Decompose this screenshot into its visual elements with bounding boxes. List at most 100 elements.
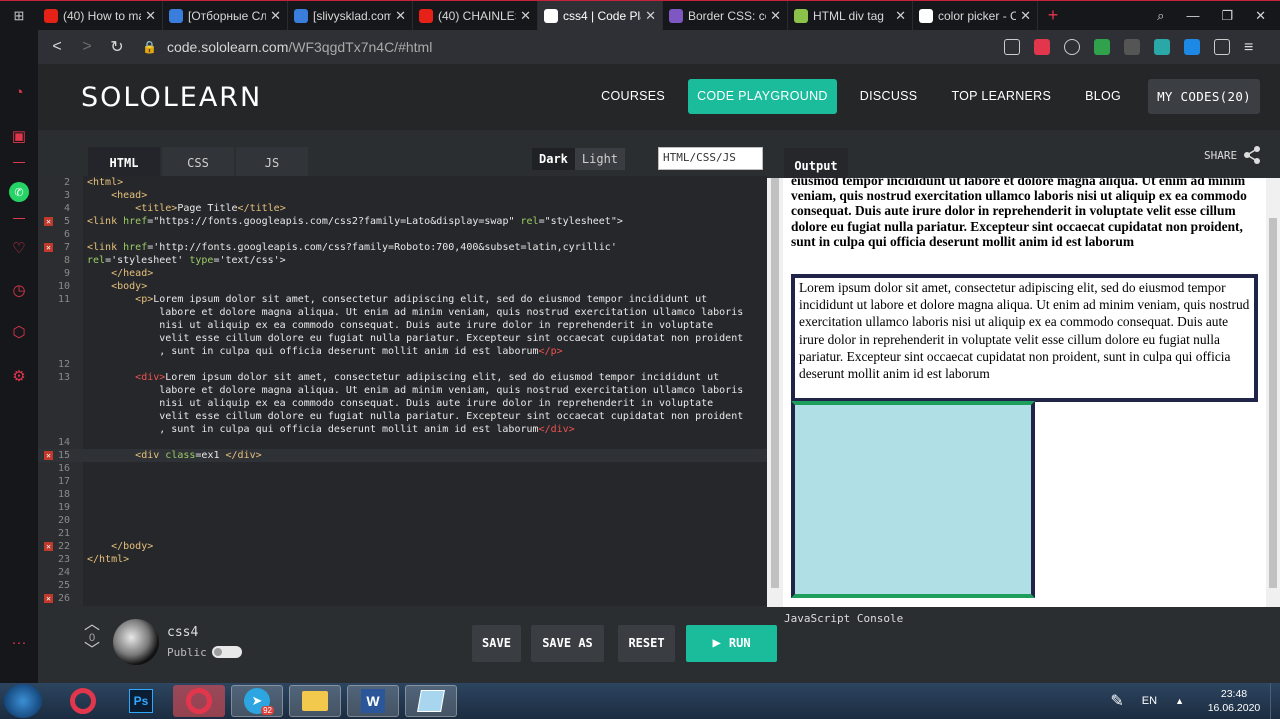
browser-tab[interactable]: color picker - C ✕	[913, 1, 1038, 30]
sololearn-logo[interactable]: SOLOLEARN	[81, 82, 262, 113]
code-line[interactable]: 24	[38, 566, 767, 579]
word-taskbar-icon[interactable]: W	[347, 685, 399, 717]
code-line[interactable]: ✕ 22 </body>	[38, 540, 767, 553]
maximize-button[interactable]: ❐	[1221, 8, 1233, 24]
browser-tab[interactable]: (40) How to ma ✕	[38, 1, 163, 30]
code-line[interactable]: 10 <body>	[38, 280, 767, 293]
language-indicator[interactable]: EN	[1142, 695, 1157, 707]
code-line[interactable]: 19	[38, 501, 767, 514]
url-field[interactable]: 🔒 code.sololearn.com/WF3qgdTx7n4C/#html	[142, 39, 432, 55]
nav-top-learners[interactable]: TOP LEARNERS	[934, 79, 1068, 114]
browser-tab[interactable]: [Отборные Сл ✕	[163, 1, 288, 30]
opera-taskbar-icon[interactable]	[57, 685, 109, 717]
tab-js[interactable]: JS	[236, 147, 308, 179]
code-line[interactable]: ✕ 15 <div class=ex1 </div>	[38, 449, 767, 462]
pen-icon[interactable]: ✎	[1110, 691, 1123, 711]
code-line[interactable]: 16	[38, 462, 767, 475]
back-button[interactable]: <	[42, 38, 72, 56]
code-line[interactable]: 2 <html>	[38, 176, 767, 189]
output-tab[interactable]: Output	[784, 148, 848, 178]
search-tabs-icon[interactable]: ⌕	[1157, 8, 1164, 24]
twitch-icon[interactable]: ▣	[9, 126, 29, 146]
upvote-icon[interactable]: ︿	[82, 617, 102, 633]
nav-blog[interactable]: BLOG	[1068, 79, 1138, 114]
code-line[interactable]: 12	[38, 358, 767, 371]
code-line[interactable]: ✕ 7 <link href='http://fonts.googleapis.co…	[38, 241, 767, 254]
browser-tab[interactable]: Border CSS: co ✕	[663, 1, 788, 30]
nav-my-codes[interactable]: MY CODES(20)	[1148, 79, 1260, 114]
code-line[interactable]: ✕ 5 <link href="https://fonts.googleapis.c…	[38, 215, 767, 228]
explorer-taskbar-icon[interactable]	[289, 685, 341, 717]
downvote-icon[interactable]: ﹀	[82, 643, 102, 659]
code-line[interactable]: 8 rel='stylesheet' type='text/css'>	[38, 254, 767, 267]
avatar[interactable]	[113, 619, 159, 665]
telegram-taskbar-icon[interactable]: ➤ 92	[231, 685, 283, 717]
code-line[interactable]: velit esse cillum dolore eu fugiat nulla…	[38, 410, 767, 423]
code-line[interactable]: 21	[38, 527, 767, 540]
reload-button[interactable]: ↻	[102, 37, 132, 57]
code-line[interactable]: 18	[38, 488, 767, 501]
code-line[interactable]: , sunt in culpa qui officia deserunt mol…	[38, 345, 767, 358]
opera-gx-taskbar-icon[interactable]	[173, 685, 225, 717]
close-tab-icon[interactable]: ✕	[1020, 8, 1031, 24]
browser-tab[interactable]: css4 | Code Pla ✕	[538, 1, 663, 30]
theme-dark-button[interactable]: Dark	[532, 148, 575, 170]
adblock-icon[interactable]	[1034, 39, 1050, 55]
reset-button[interactable]: RESET	[618, 625, 675, 662]
code-line[interactable]: 20	[38, 514, 767, 527]
code-line[interactable]: 13 <div>Lorem ipsum dolor sit amet, cons…	[38, 371, 767, 384]
right-scrollbar[interactable]	[1266, 178, 1280, 607]
minimize-button[interactable]: —	[1186, 8, 1199, 23]
code-line[interactable]: 23 </html>	[38, 553, 767, 566]
code-line[interactable]: 9 </head>	[38, 267, 767, 280]
mode-select[interactable]: HTML/CSS/JS	[658, 147, 763, 170]
close-tab-icon[interactable]: ✕	[645, 8, 656, 24]
tab-workspace-icon[interactable]: ⊞	[0, 1, 38, 30]
code-line[interactable]: velit esse cillum dolore eu fugiat nulla…	[38, 332, 767, 345]
code-line[interactable]: 25	[38, 579, 767, 592]
speed-icon[interactable]: ◔	[9, 82, 29, 102]
code-line[interactable]: labore et dolore magna aliqua. Ut enim a…	[38, 306, 767, 319]
download-icon[interactable]	[1214, 39, 1230, 55]
code-line[interactable]: 14	[38, 436, 767, 449]
heart-icon[interactable]	[1064, 39, 1080, 55]
code-line[interactable]: , sunt in culpa qui officia deserunt mol…	[38, 423, 767, 436]
code-line[interactable]: labore et dolore magna aliqua. Ut enim a…	[38, 384, 767, 397]
nav-code-playground[interactable]: CODE PLAYGROUND	[688, 79, 837, 114]
nav-courses[interactable]: COURSES	[584, 79, 682, 114]
close-tab-icon[interactable]: ✕	[395, 8, 406, 24]
close-tab-icon[interactable]: ✕	[145, 8, 156, 24]
code-line[interactable]: nisi ut aliquip ex ea commodo consequat.…	[38, 319, 767, 332]
clock[interactable]: 23:48 16.06.2020	[1198, 687, 1270, 715]
code-line[interactable]: ✕ 26	[38, 592, 767, 605]
left-scrollbar[interactable]	[767, 178, 783, 607]
nav-discuss[interactable]: DISCUSS	[843, 79, 935, 114]
extension-n-icon[interactable]	[1154, 39, 1170, 55]
save-as-button[interactable]: SAVE AS	[531, 625, 604, 662]
close-tab-icon[interactable]: ✕	[520, 8, 531, 24]
tray-arrow-icon[interactable]: ▲	[1175, 696, 1184, 706]
extension-icon[interactable]	[1124, 39, 1140, 55]
forward-button[interactable]: >	[72, 38, 102, 56]
camera-icon[interactable]	[1004, 39, 1020, 55]
close-tab-icon[interactable]: ✕	[895, 8, 906, 24]
start-button[interactable]	[4, 684, 42, 718]
new-tab-button[interactable]: +	[1038, 1, 1068, 30]
close-window-button[interactable]: ✕	[1255, 8, 1266, 24]
browser-tab[interactable]: HTML div tag ✕	[788, 1, 913, 30]
save-button[interactable]: SAVE	[472, 625, 521, 662]
close-tab-icon[interactable]: ✕	[270, 8, 281, 24]
javascript-console-label[interactable]: JavaScript Console	[784, 612, 903, 625]
heart-icon[interactable]: ♡	[9, 238, 29, 258]
code-line[interactable]: 3 <head>	[38, 189, 767, 202]
code-line[interactable]: nisi ut aliquip ex ea commodo consequat.…	[38, 397, 767, 410]
tab-html[interactable]: HTML	[88, 147, 160, 179]
public-toggle[interactable]	[212, 646, 242, 658]
show-desktop-button[interactable]	[1270, 683, 1280, 719]
theme-light-button[interactable]: Light	[574, 148, 626, 170]
share-button[interactable]: SHARE	[1204, 146, 1261, 164]
code-line[interactable]: 11 <p>Lorem ipsum dolor sit amet, consec…	[38, 293, 767, 306]
settings-icon[interactable]: ⚙	[9, 366, 29, 386]
browser-tab[interactable]: [slivysklad.com ✕	[288, 1, 413, 30]
shield-icon[interactable]	[1184, 39, 1200, 55]
